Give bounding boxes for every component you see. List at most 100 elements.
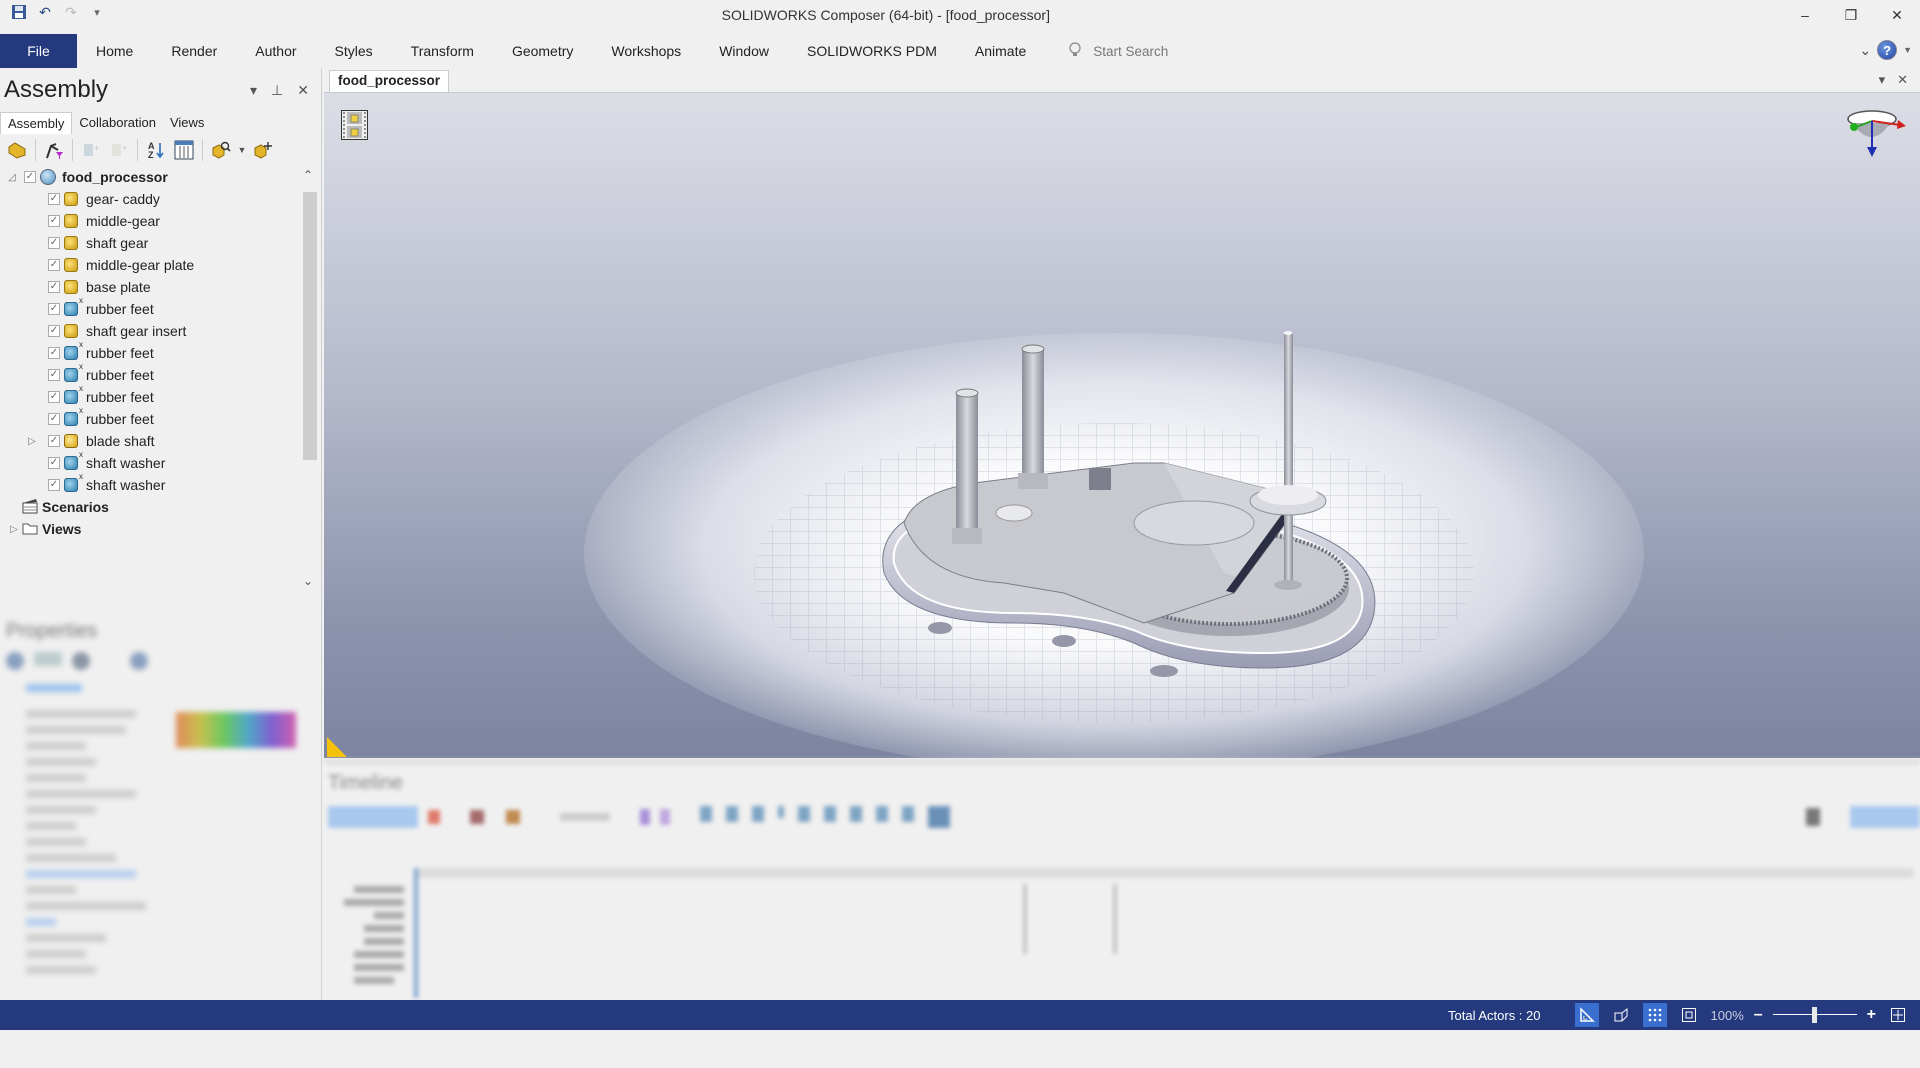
visibility-checkbox[interactable]: ✓ <box>48 435 60 447</box>
3d-viewport[interactable] <box>324 92 1920 758</box>
tree-item[interactable]: ✓ middle-gear plate <box>0 254 300 276</box>
tab-home[interactable]: Home <box>77 34 152 68</box>
help-icon[interactable]: ? <box>1877 40 1898 60</box>
tree-item[interactable]: ✓ rubber feet <box>0 296 300 320</box>
visibility-checkbox[interactable]: ✓ <box>48 347 60 359</box>
document-close-icon[interactable]: ✕ <box>1897 72 1908 88</box>
playback-icon[interactable] <box>902 806 914 822</box>
visibility-checkbox[interactable]: ✓ <box>48 413 60 425</box>
tree-section-views[interactable]: ▷ Views <box>0 518 300 540</box>
zoom-in-button[interactable]: + <box>1867 1006 1876 1024</box>
record-button[interactable] <box>328 806 418 828</box>
collapse-ribbon-icon[interactable]: ⌄ <box>1859 42 1871 59</box>
scroll-thumb[interactable] <box>303 192 317 460</box>
visibility-checkbox[interactable]: ✓ <box>48 391 60 403</box>
expand-icon[interactable]: ▷ <box>26 435 38 447</box>
tab-styles[interactable]: Styles <box>316 34 392 68</box>
tab-file[interactable]: File <box>0 34 77 68</box>
expand-icon[interactable]: ▷ <box>8 523 20 535</box>
zoom-slider[interactable] <box>1772 1003 1857 1027</box>
visibility-checkbox[interactable]: ✓ <box>48 259 60 271</box>
playback-icon[interactable] <box>778 806 784 818</box>
columns-icon[interactable] <box>171 138 197 162</box>
tab-geometry[interactable]: Geometry <box>493 34 592 68</box>
grid-icon[interactable] <box>1642 1003 1667 1027</box>
visibility-checkbox[interactable]: ✓ <box>48 303 60 315</box>
minimize-button[interactable]: – <box>1782 0 1828 30</box>
scroll-up-icon[interactable]: ⌃ <box>303 168 313 182</box>
playback-icon[interactable] <box>824 806 836 822</box>
keyframe-icon[interactable] <box>470 810 484 824</box>
tree-item[interactable]: ✓ shaft washer <box>0 450 300 474</box>
playback-icon[interactable] <box>700 806 712 822</box>
tree-item[interactable]: ✓ rubber feet <box>0 362 300 386</box>
tab-animate[interactable]: Animate <box>956 34 1045 68</box>
collapse-icon[interactable]: ◿ <box>6 171 18 183</box>
visibility-checkbox[interactable]: ✓ <box>48 479 60 491</box>
food-processor-model[interactable] <box>864 323 1424 688</box>
scroll-down-icon[interactable]: ⌄ <box>303 574 313 588</box>
playback-icon[interactable] <box>876 806 888 822</box>
select-mode-icon[interactable] <box>4 138 30 162</box>
visibility-checkbox[interactable]: ✓ <box>48 193 60 205</box>
fit-icon[interactable] <box>1677 1003 1701 1027</box>
tree-item[interactable]: ✓ base plate <box>0 276 300 298</box>
visibility-checkbox[interactable]: ✓ <box>48 369 60 381</box>
dropdown-icon[interactable]: ▼ <box>236 138 248 162</box>
search-box[interactable]: Start Search <box>1069 41 1168 61</box>
filter-dropdown[interactable] <box>560 813 610 821</box>
playback-icon[interactable] <box>726 806 738 822</box>
visibility-checkbox[interactable]: ✓ <box>48 237 60 249</box>
tab-author[interactable]: Author <box>236 34 315 68</box>
color-swatch[interactable] <box>176 712 296 748</box>
tree-section-scenarios[interactable]: Scenarios <box>0 496 300 518</box>
marker-icon[interactable] <box>660 809 670 825</box>
timeline-playhead[interactable] <box>414 868 418 998</box>
visibility-checkbox[interactable]: ✓ <box>48 457 60 469</box>
tree-item[interactable]: ✓ rubber feet <box>0 406 300 430</box>
tab-assembly[interactable]: Assembly <box>0 112 73 134</box>
panel-menu-icon[interactable]: ▾ <box>250 82 257 99</box>
tree-item[interactable]: ✓ middle-gear <box>0 210 300 232</box>
document-tab[interactable]: food_processor <box>329 70 450 92</box>
pin-icon[interactable]: ⊥ <box>271 82 283 99</box>
tree-item[interactable]: ✓ shaft washer <box>0 472 300 496</box>
visibility-checkbox[interactable]: ✓ <box>48 325 60 337</box>
scenario-filmstrip-icon[interactable] <box>341 110 368 140</box>
measure-icon[interactable] <box>1574 1003 1599 1027</box>
perspective-icon[interactable] <box>1609 1003 1633 1027</box>
tree-scrollbar[interactable]: ⌃ ⌄ <box>300 166 320 596</box>
tab-render[interactable]: Render <box>152 34 236 68</box>
tab-workshops[interactable]: Workshops <box>592 34 700 68</box>
tab-transform[interactable]: Transform <box>392 34 493 68</box>
playback-icon[interactable] <box>752 806 764 822</box>
tree-item[interactable]: ✓ gear- caddy <box>0 188 300 210</box>
visibility-checkbox[interactable]: ✓ <box>48 215 60 227</box>
tab-views[interactable]: Views <box>163 112 211 134</box>
loop-icon[interactable] <box>928 806 950 828</box>
orientation-triad-icon[interactable] <box>1840 105 1910 165</box>
visibility-checkbox[interactable]: ✓ <box>48 281 60 293</box>
pick-actor-icon[interactable] <box>250 138 276 162</box>
restore-button[interactable]: ❐ <box>1828 0 1874 30</box>
visibility-checkbox[interactable]: ✓ <box>24 171 36 183</box>
zoom-out-button[interactable]: – <box>1754 1006 1763 1024</box>
timeline-option-icon[interactable] <box>1806 808 1820 826</box>
fullscreen-icon[interactable] <box>1886 1003 1910 1027</box>
search-actor-icon[interactable] <box>208 138 234 162</box>
tab-window[interactable]: Window <box>700 34 788 68</box>
tab-solidworks-pdm[interactable]: SOLIDWORKS PDM <box>788 34 956 68</box>
zoom-slider-knob[interactable] <box>1812 1007 1818 1023</box>
sort-az-icon[interactable]: AZ <box>143 138 169 162</box>
tree-item[interactable]: ✓ shaft gear insert <box>0 320 300 342</box>
tree-root[interactable]: ◿ ✓ food_processor <box>0 166 300 188</box>
tree-item[interactable]: ✓ rubber feet <box>0 340 300 364</box>
filter-icon[interactable] <box>41 138 67 162</box>
tree-item[interactable]: ✓ shaft gear <box>0 232 300 254</box>
playback-icon[interactable] <box>850 806 862 822</box>
marker-icon[interactable] <box>640 809 650 825</box>
timeline-mode-button[interactable] <box>1850 806 1920 828</box>
playback-icon[interactable] <box>798 806 810 822</box>
help-dropdown-icon[interactable]: ▼ <box>1903 45 1912 55</box>
tab-collaboration[interactable]: Collaboration <box>72 112 163 134</box>
